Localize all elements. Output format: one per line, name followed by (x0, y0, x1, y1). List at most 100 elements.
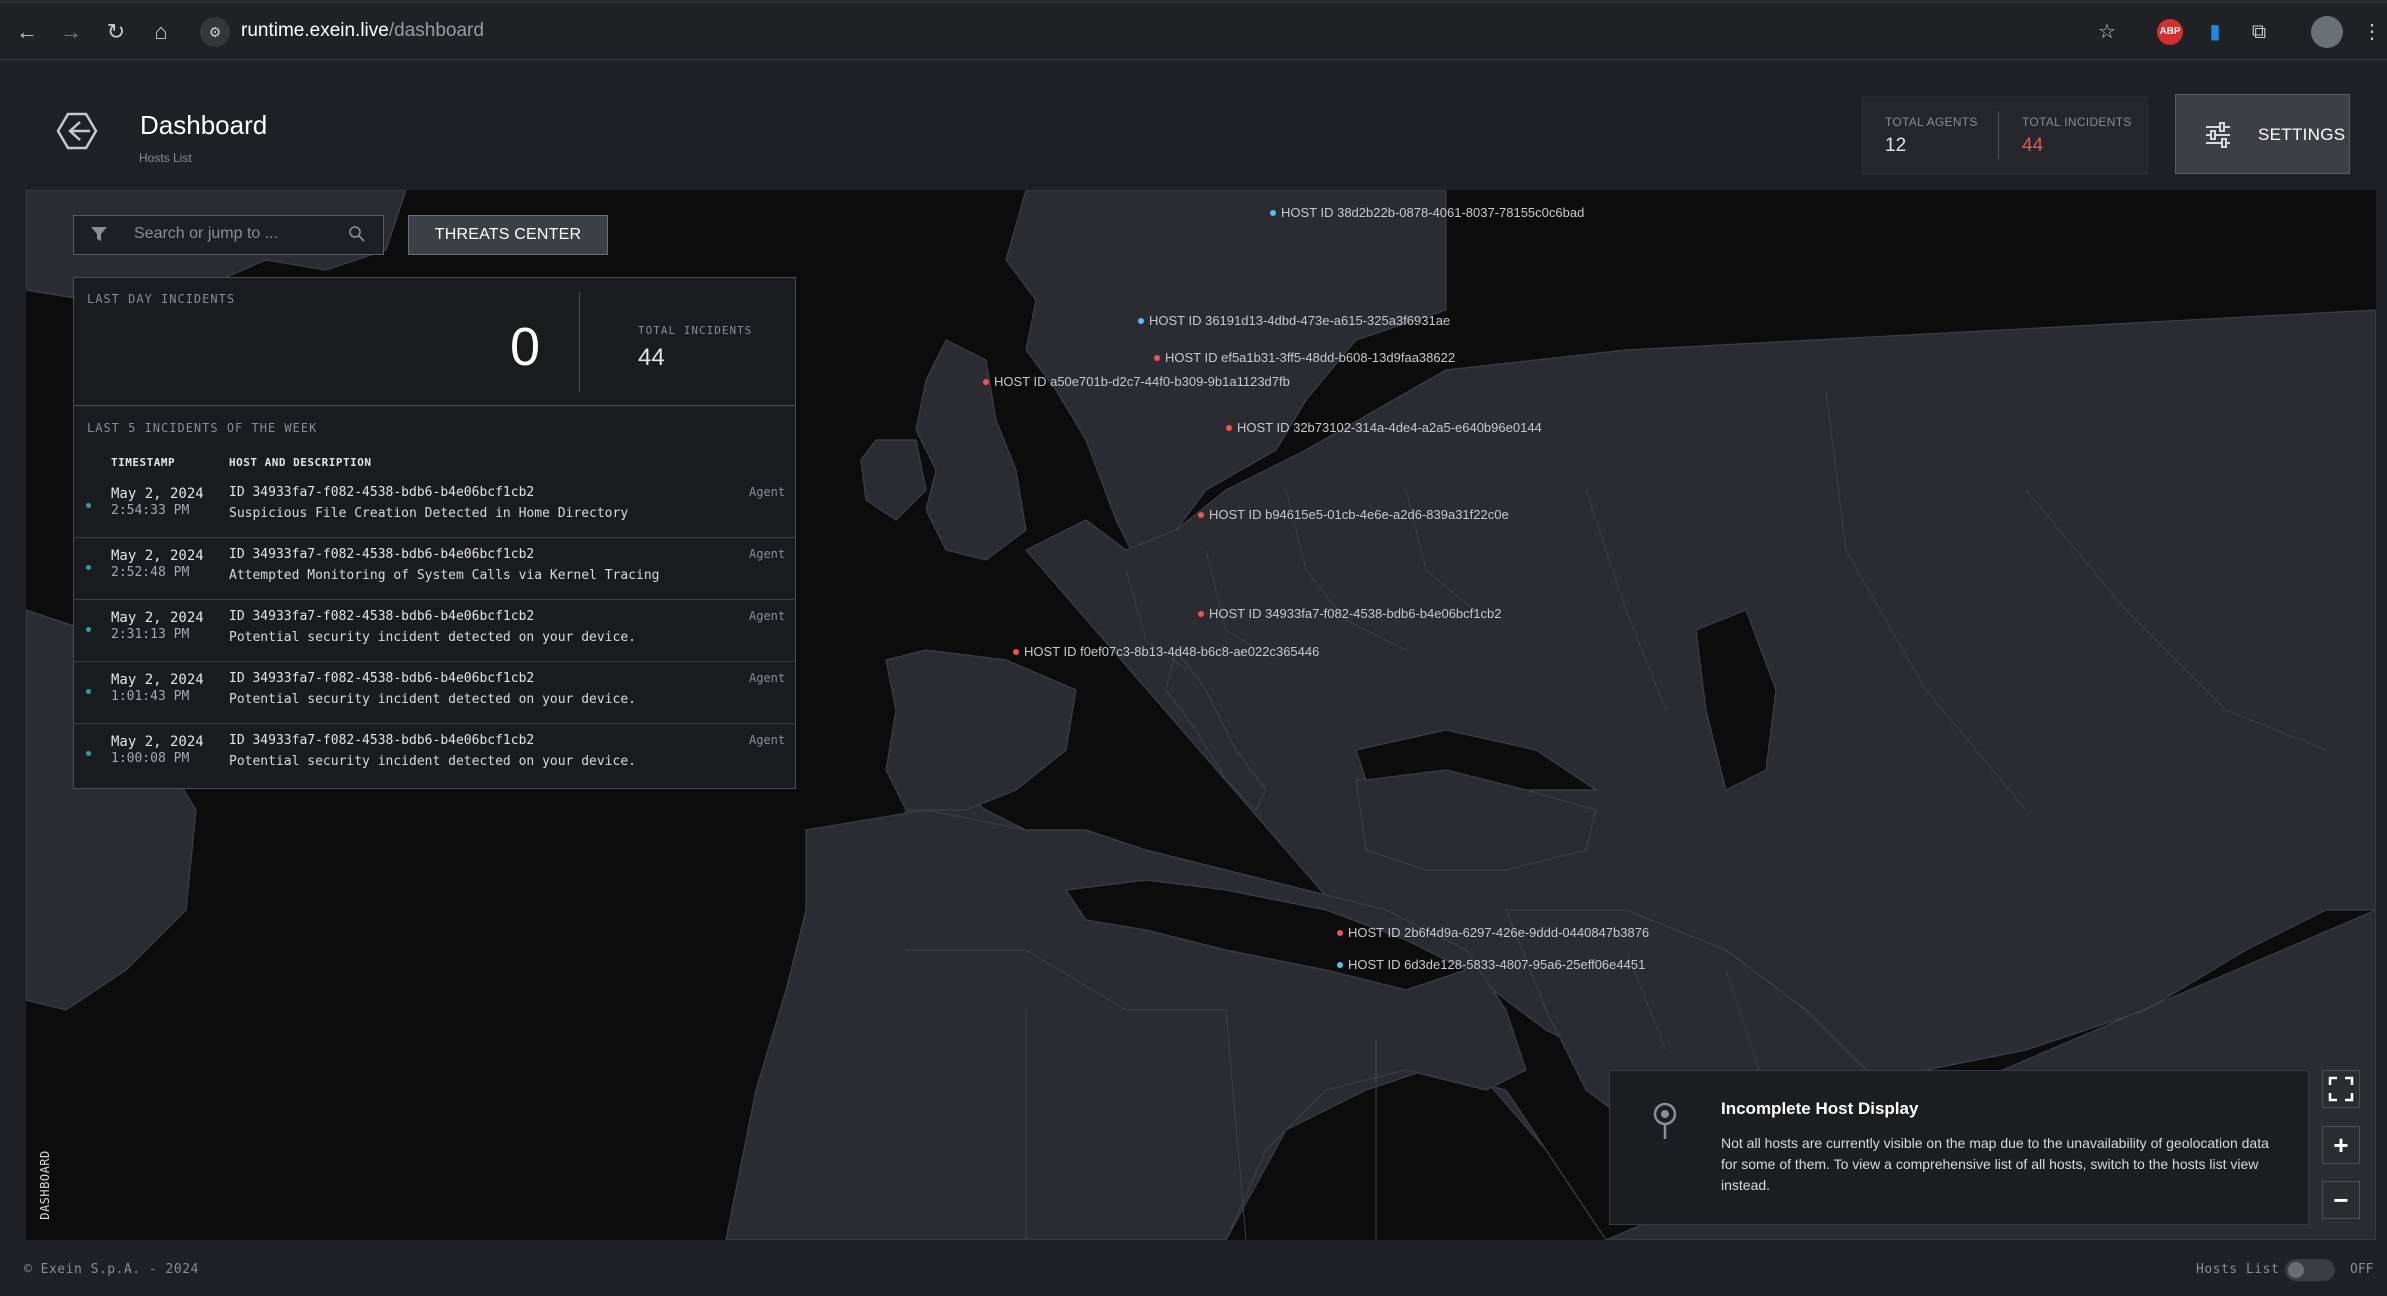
incomplete-host-notice: Incomplete Host Display Not all hosts ar… (1609, 1070, 2309, 1225)
toggle-knob (2288, 1262, 2304, 1278)
incident-dot (86, 503, 91, 508)
incident-host: ID 34933fa7-f082-4538-bdb6-b4e06bcf1cb2 (229, 733, 535, 748)
summary-divider (579, 292, 580, 392)
host-marker[interactable]: HOST ID 6d3de128-5833-4807-95a6-25eff06e… (1337, 957, 1645, 972)
filter-icon[interactable] (90, 225, 108, 243)
location-pin-icon (1653, 1102, 1677, 1139)
incident-date: May 2, 2024 (111, 734, 204, 750)
incident-row[interactable]: May 2, 2024 2:31:13 PM ID 34933fa7-f082-… (74, 600, 795, 662)
total-agents-label: TOTAL AGENTS (1885, 115, 1978, 129)
fullscreen-button[interactable] (2322, 1070, 2360, 1108)
home-icon[interactable]: ⌂ (146, 17, 176, 47)
host-label: HOST ID 32b73102-314a-4de4-a2a5-e640b96e… (1237, 420, 1542, 435)
host-status-dot (1337, 929, 1343, 936)
back-icon[interactable]: ← (12, 17, 42, 47)
incident-row[interactable]: May 2, 2024 2:52:48 PM ID 34933fa7-f082-… (74, 538, 795, 600)
menu-kebab-icon[interactable]: ⋮ (2357, 17, 2387, 47)
host-marker[interactable]: HOST ID 32b73102-314a-4de4-a2a5-e640b96e… (1226, 420, 1542, 435)
forward-icon[interactable]: → (56, 17, 86, 47)
incident-host: ID 34933fa7-f082-4538-bdb6-b4e06bcf1cb2 (229, 671, 535, 686)
incident-date: May 2, 2024 (111, 486, 204, 502)
incident-time: 1:00:08 PM (111, 751, 190, 766)
search-input[interactable] (134, 225, 334, 243)
last-day-value: 0 (510, 317, 541, 377)
incident-description: Suspicious File Creation Detected in Hom… (229, 506, 629, 521)
bookmark-star-icon[interactable]: ☆ (2092, 17, 2122, 47)
address-bar[interactable]: runtime.exein.live/dashboard (241, 20, 484, 42)
profile-avatar[interactable] (2311, 16, 2343, 48)
incident-tag: Agent (749, 671, 786, 685)
hosts-list-label: Hosts List (2196, 1262, 2280, 1277)
hosts-list-toggle[interactable] (2285, 1259, 2335, 1281)
side-tab-label: DASHBOARD (37, 1150, 52, 1220)
incident-row[interactable]: May 2, 2024 2:54:33 PM ID 34933fa7-f082-… (74, 476, 795, 538)
incidents-panel: LAST DAY INCIDENTS 0 TOTAL INCIDENTS 44 … (73, 277, 796, 789)
search-icon[interactable] (348, 225, 366, 243)
incident-date: May 2, 2024 (111, 672, 204, 688)
total-incidents-value: 44 (2022, 135, 2044, 156)
host-status-dot (1198, 511, 1204, 518)
notice-title: Incomplete Host Display (1721, 1099, 1919, 1118)
host-status-dot (1198, 610, 1204, 617)
incident-description: Attempted Monitoring of System Calls via… (229, 568, 660, 583)
host-marker[interactable]: HOST ID 36191d13-4dbd-473e-a615-325a3f69… (1138, 313, 1450, 328)
host-marker[interactable]: HOST ID 34933fa7-f082-4538-bdb6-b4e06bcf… (1198, 606, 1501, 621)
incident-time: 2:31:13 PM (111, 627, 190, 642)
host-status-dot (1226, 424, 1232, 431)
host-marker[interactable]: HOST ID 38d2b22b-0878-4061-8037-78155c0c… (1270, 205, 1584, 220)
sliders-icon (2206, 122, 2230, 148)
page-title: Dashboard (140, 110, 268, 140)
zoom-out-button[interactable]: − (2322, 1181, 2360, 1219)
incident-description: Potential security incident detected on … (229, 754, 636, 769)
incident-host: ID 34933fa7-f082-4538-bdb6-b4e06bcf1cb2 (229, 485, 535, 500)
dashboard-side-tab[interactable]: DASHBOARD (37, 1140, 60, 1230)
browser-toolbar: ← → ↻ ⌂ ⚙ runtime.exein.live/dashboard ☆… (0, 0, 2387, 60)
extensions-puzzle-icon[interactable]: ⧉ (2244, 17, 2274, 47)
zoom-in-button[interactable]: + (2322, 1126, 2360, 1164)
threats-center-button[interactable]: THREATS CENTER (408, 215, 608, 255)
incident-tag: Agent (749, 609, 786, 623)
url-path: /dashboard (388, 20, 484, 41)
incident-host: ID 34933fa7-f082-4538-bdb6-b4e06bcf1cb2 (229, 547, 535, 562)
host-marker[interactable]: HOST ID ef5a1b31-3ff5-48dd-b608-13d9faa3… (1154, 350, 1455, 365)
incident-time: 2:54:33 PM (111, 503, 190, 518)
host-status-dot (1154, 354, 1160, 361)
incident-row[interactable]: May 2, 2024 1:00:08 PM ID 34933fa7-f082-… (74, 724, 795, 786)
host-status-dot (1337, 961, 1343, 968)
total-incidents-label: TOTAL INCIDENTS (2022, 115, 2132, 129)
incident-description: Potential security incident detected on … (229, 692, 636, 707)
settings-button[interactable]: SETTINGS (2175, 94, 2350, 174)
host-label: HOST ID 36191d13-4dbd-473e-a615-325a3f69… (1149, 313, 1451, 328)
total-agents-value: 12 (1885, 135, 1907, 156)
reload-icon[interactable]: ↻ (101, 17, 131, 47)
incident-time: 2:52:48 PM (111, 565, 190, 580)
host-label: HOST ID a50e701b-d2c7-44f0-b309-9b1a1123… (994, 374, 1290, 389)
incident-dot (86, 751, 91, 756)
host-label: HOST ID ef5a1b31-3ff5-48dd-b608-13d9faa3… (1165, 350, 1456, 365)
host-marker[interactable]: HOST ID f0ef07c3-8b13-4d48-b6c8-ae022c36… (1013, 644, 1319, 659)
stats-summary: TOTAL AGENTS 12 TOTAL INCIDENTS 44 (1862, 96, 2148, 174)
incident-row[interactable]: May 2, 2024 1:01:43 PM ID 34933fa7-f082-… (74, 662, 795, 724)
exein-logo-icon[interactable] (56, 110, 98, 152)
url-host: runtime.exein.live (241, 20, 389, 41)
extension-icon[interactable]: ▮ (2200, 17, 2230, 47)
incident-tag: Agent (749, 733, 786, 747)
incident-dot (86, 565, 91, 570)
host-marker[interactable]: HOST ID a50e701b-d2c7-44f0-b309-9b1a1123… (983, 374, 1290, 389)
total-agents-stat: TOTAL AGENTS 12 (1885, 115, 1978, 157)
fullscreen-icon (2328, 1076, 2354, 1102)
site-settings-icon[interactable]: ⚙ (200, 17, 230, 47)
notice-text: Not all hosts are currently visible on t… (1721, 1135, 2269, 1193)
incident-host: ID 34933fa7-f082-4538-bdb6-b4e06bcf1cb2 (229, 609, 535, 624)
col-timestamp: TIMESTAMP (111, 456, 176, 469)
incident-time: 1:01:43 PM (111, 689, 190, 704)
host-marker[interactable]: HOST ID b94615e5-01cb-4e6e-a2d6-839a31f2… (1198, 507, 1509, 522)
host-label: HOST ID f0ef07c3-8b13-4d48-b6c8-ae022c36… (1024, 644, 1320, 659)
host-status-dot (1270, 209, 1276, 216)
adblock-extension-icon[interactable]: ABP (2157, 19, 2183, 45)
total-incidents-stat: TOTAL INCIDENTS 44 (2022, 115, 2132, 157)
host-status-dot (983, 378, 989, 385)
incident-date: May 2, 2024 (111, 548, 204, 564)
host-marker[interactable]: HOST ID 2b6f4d9a-6297-426e-9ddd-0440847b… (1337, 925, 1649, 940)
search-box (73, 215, 384, 255)
